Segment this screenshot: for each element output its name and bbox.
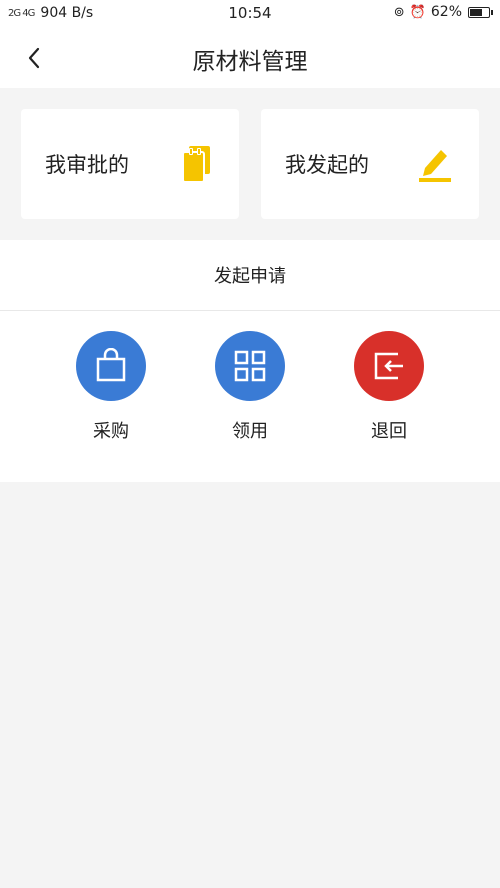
- return-icon: [374, 352, 403, 380]
- return-action[interactable]: 退回: [344, 331, 434, 443]
- status-bar: 2G 4G 904 B/s 10:54 ⊚ ⏰ 62%: [0, 0, 500, 28]
- purchase-label: 采购: [93, 421, 129, 442]
- purchase-circle: [76, 331, 146, 401]
- requisition-circle: [215, 331, 285, 401]
- requisition-label: 领用: [232, 421, 268, 442]
- approve-card[interactable]: 我审批的: [21, 109, 239, 219]
- initiated-card-label: 我发起的: [285, 153, 369, 177]
- return-circle: [354, 331, 424, 401]
- page-title: 原材料管理: [192, 49, 308, 75]
- alarm-icon: ⏰: [409, 4, 426, 20]
- battery-percent: 62%: [430, 4, 462, 20]
- apply-section: 发起申请 采购 领用 退回: [0, 240, 500, 482]
- battery-icon: [468, 6, 493, 18]
- shopping-bag-icon: [96, 348, 126, 382]
- divider: [0, 310, 500, 311]
- documents-icon: [182, 146, 210, 183]
- initiated-card[interactable]: 我发起的: [261, 109, 479, 219]
- nav-bar: 原材料管理: [0, 28, 500, 88]
- purchase-action[interactable]: 采购: [66, 331, 156, 443]
- return-label: 退回: [371, 421, 407, 442]
- pencil-icon: [419, 150, 451, 182]
- status-right: ⊚ ⏰ 62%: [393, 4, 493, 20]
- lock-rotation-icon: ⊚: [393, 4, 405, 20]
- requisition-action[interactable]: 领用: [205, 331, 295, 443]
- apply-section-title: 发起申请: [214, 266, 286, 287]
- grid-icon: [234, 350, 266, 382]
- approve-card-label: 我审批的: [45, 153, 129, 177]
